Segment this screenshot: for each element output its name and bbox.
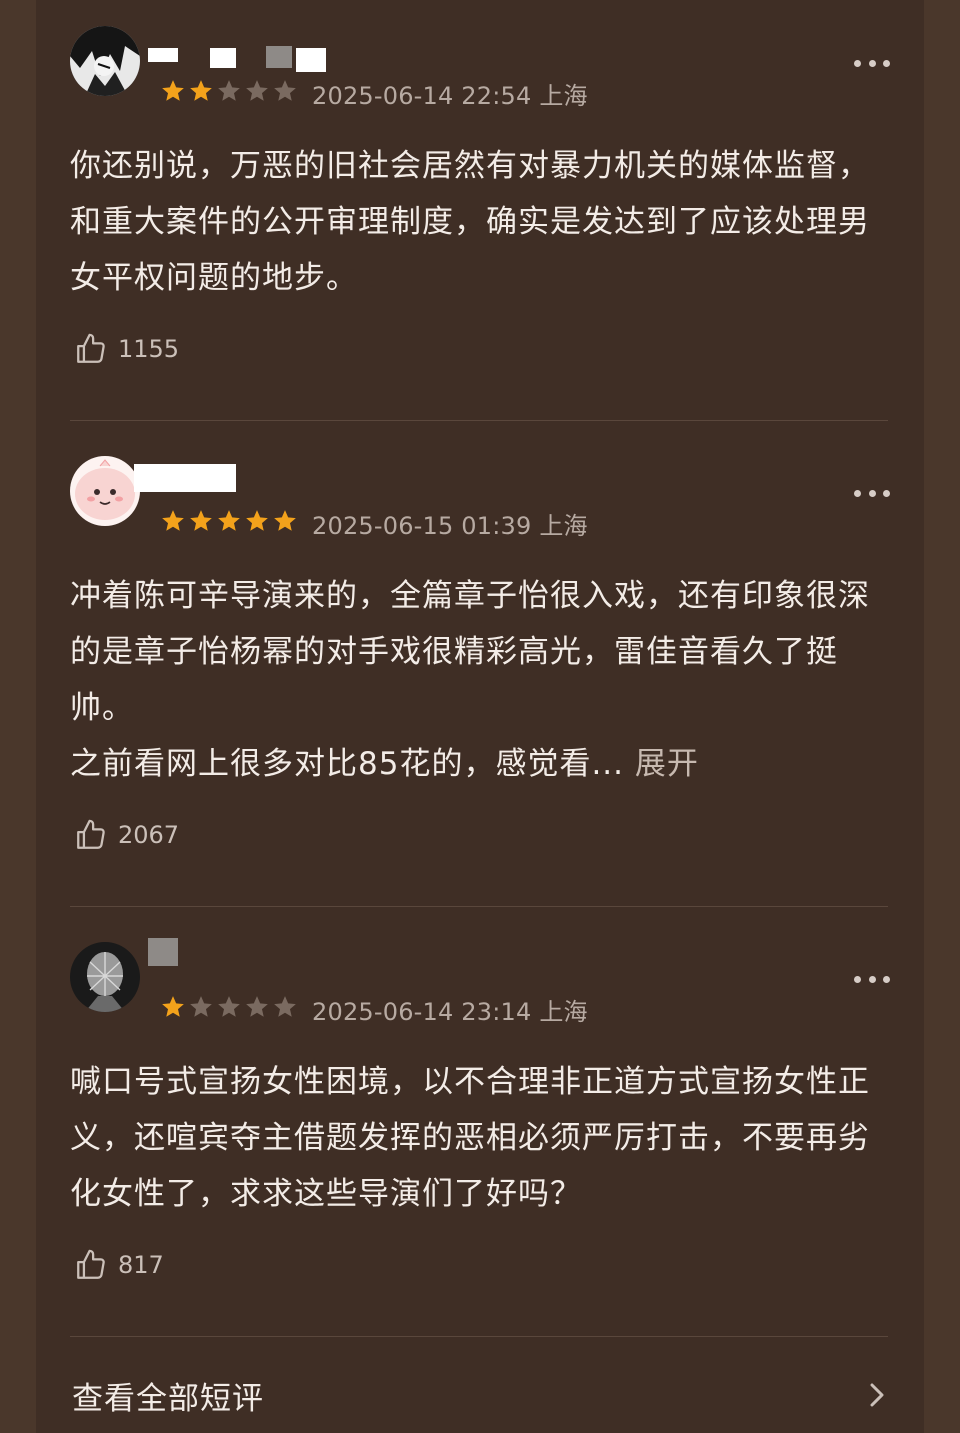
divider: [70, 906, 888, 907]
review-meta: 2025-06-15 01:39 上海: [312, 512, 588, 540]
review-text-line-1: 冲着陈可辛导演来的，全篇章子怡很入戏，还有印象很深的是章子怡杨幂的对手戏很精彩高…: [70, 578, 870, 726]
review-card-2: 2025-06-15 01:39 上海 冲着陈可辛导演来的，全篇章子怡很入戏，还…: [70, 456, 890, 856]
star-empty-icon: [218, 80, 240, 101]
divider: [70, 420, 888, 421]
chevron-right-icon: [866, 1380, 888, 1410]
star-filled-icon: [190, 80, 212, 101]
star-filled-icon: [162, 80, 184, 101]
review-meta: 2025-06-14 22:54 上海: [312, 82, 588, 110]
like-button[interactable]: 1155: [74, 332, 179, 366]
star-filled-icon: [162, 996, 184, 1017]
review-text: 你还别说，万恶的旧社会居然有对暴力机关的媒体监督，和重大案件的公开审理制度，确实…: [70, 148, 870, 296]
pink-cartoon-avatar-icon[interactable]: [70, 456, 140, 526]
star-empty-icon: [218, 996, 240, 1017]
star-empty-icon: [190, 996, 212, 1017]
like-count: 1155: [118, 335, 180, 363]
star-empty-icon: [274, 996, 296, 1017]
thumbs-up-icon: [74, 818, 108, 852]
anime-avatar-icon[interactable]: [70, 26, 140, 96]
review-text: 喊口号式宣扬女性困境，以不合理非正道方式宣扬女性正义，还喧宾夺主借题发挥的恶相必…: [70, 1064, 870, 1212]
username-mask: [148, 48, 178, 62]
review-card-1: 2025-06-14 22:54 上海 你还别说，万恶的旧社会居然有对暴力机关的…: [70, 26, 890, 386]
more-options-icon[interactable]: [854, 488, 890, 498]
username-mask: [148, 938, 178, 966]
review-text: 冲着陈可辛导演来的，全篇章子怡很入戏，还有印象很深的是章子怡杨幂的对手戏很精彩高…: [70, 568, 886, 792]
review-meta: 2025-06-14 23:14 上海: [312, 998, 588, 1026]
see-all-reviews-button[interactable]: 查看全部短评: [72, 1370, 888, 1420]
rating-stars: [160, 78, 298, 104]
username-mask: [296, 48, 326, 72]
sculpture-avatar-icon[interactable]: [70, 942, 140, 1012]
star-filled-icon: [218, 510, 240, 531]
star-filled-icon: [190, 510, 212, 531]
username-mask: [266, 46, 292, 68]
thumbs-up-icon: [74, 332, 108, 366]
like-button[interactable]: 2067: [74, 818, 179, 852]
rating-stars: [160, 508, 298, 534]
more-options-icon[interactable]: [854, 974, 890, 984]
divider: [70, 1336, 888, 1337]
star-empty-icon: [246, 80, 268, 101]
star-filled-icon: [162, 510, 184, 531]
star-empty-icon: [274, 80, 296, 101]
star-filled-icon: [274, 510, 296, 531]
like-count: 817: [118, 1251, 164, 1279]
more-options-icon[interactable]: [854, 58, 890, 68]
review-text-line-2: 之前看网上很多对比85花的，感觉看... 展开: [70, 746, 699, 782]
like-count: 2067: [118, 821, 180, 849]
like-button[interactable]: 817: [74, 1248, 164, 1282]
username-mask: [134, 464, 236, 492]
star-empty-icon: [246, 996, 268, 1017]
star-filled-icon: [246, 510, 268, 531]
see-all-label: 查看全部短评: [72, 1380, 264, 1417]
review-card-3: 2025-06-14 23:14 上海 喊口号式宣扬女性困境，以不合理非正道方式…: [70, 938, 890, 1302]
expand-link[interactable]: 展开: [635, 746, 699, 782]
username-mask: [210, 48, 236, 68]
rating-stars: [160, 994, 298, 1020]
thumbs-up-icon: [74, 1248, 108, 1282]
